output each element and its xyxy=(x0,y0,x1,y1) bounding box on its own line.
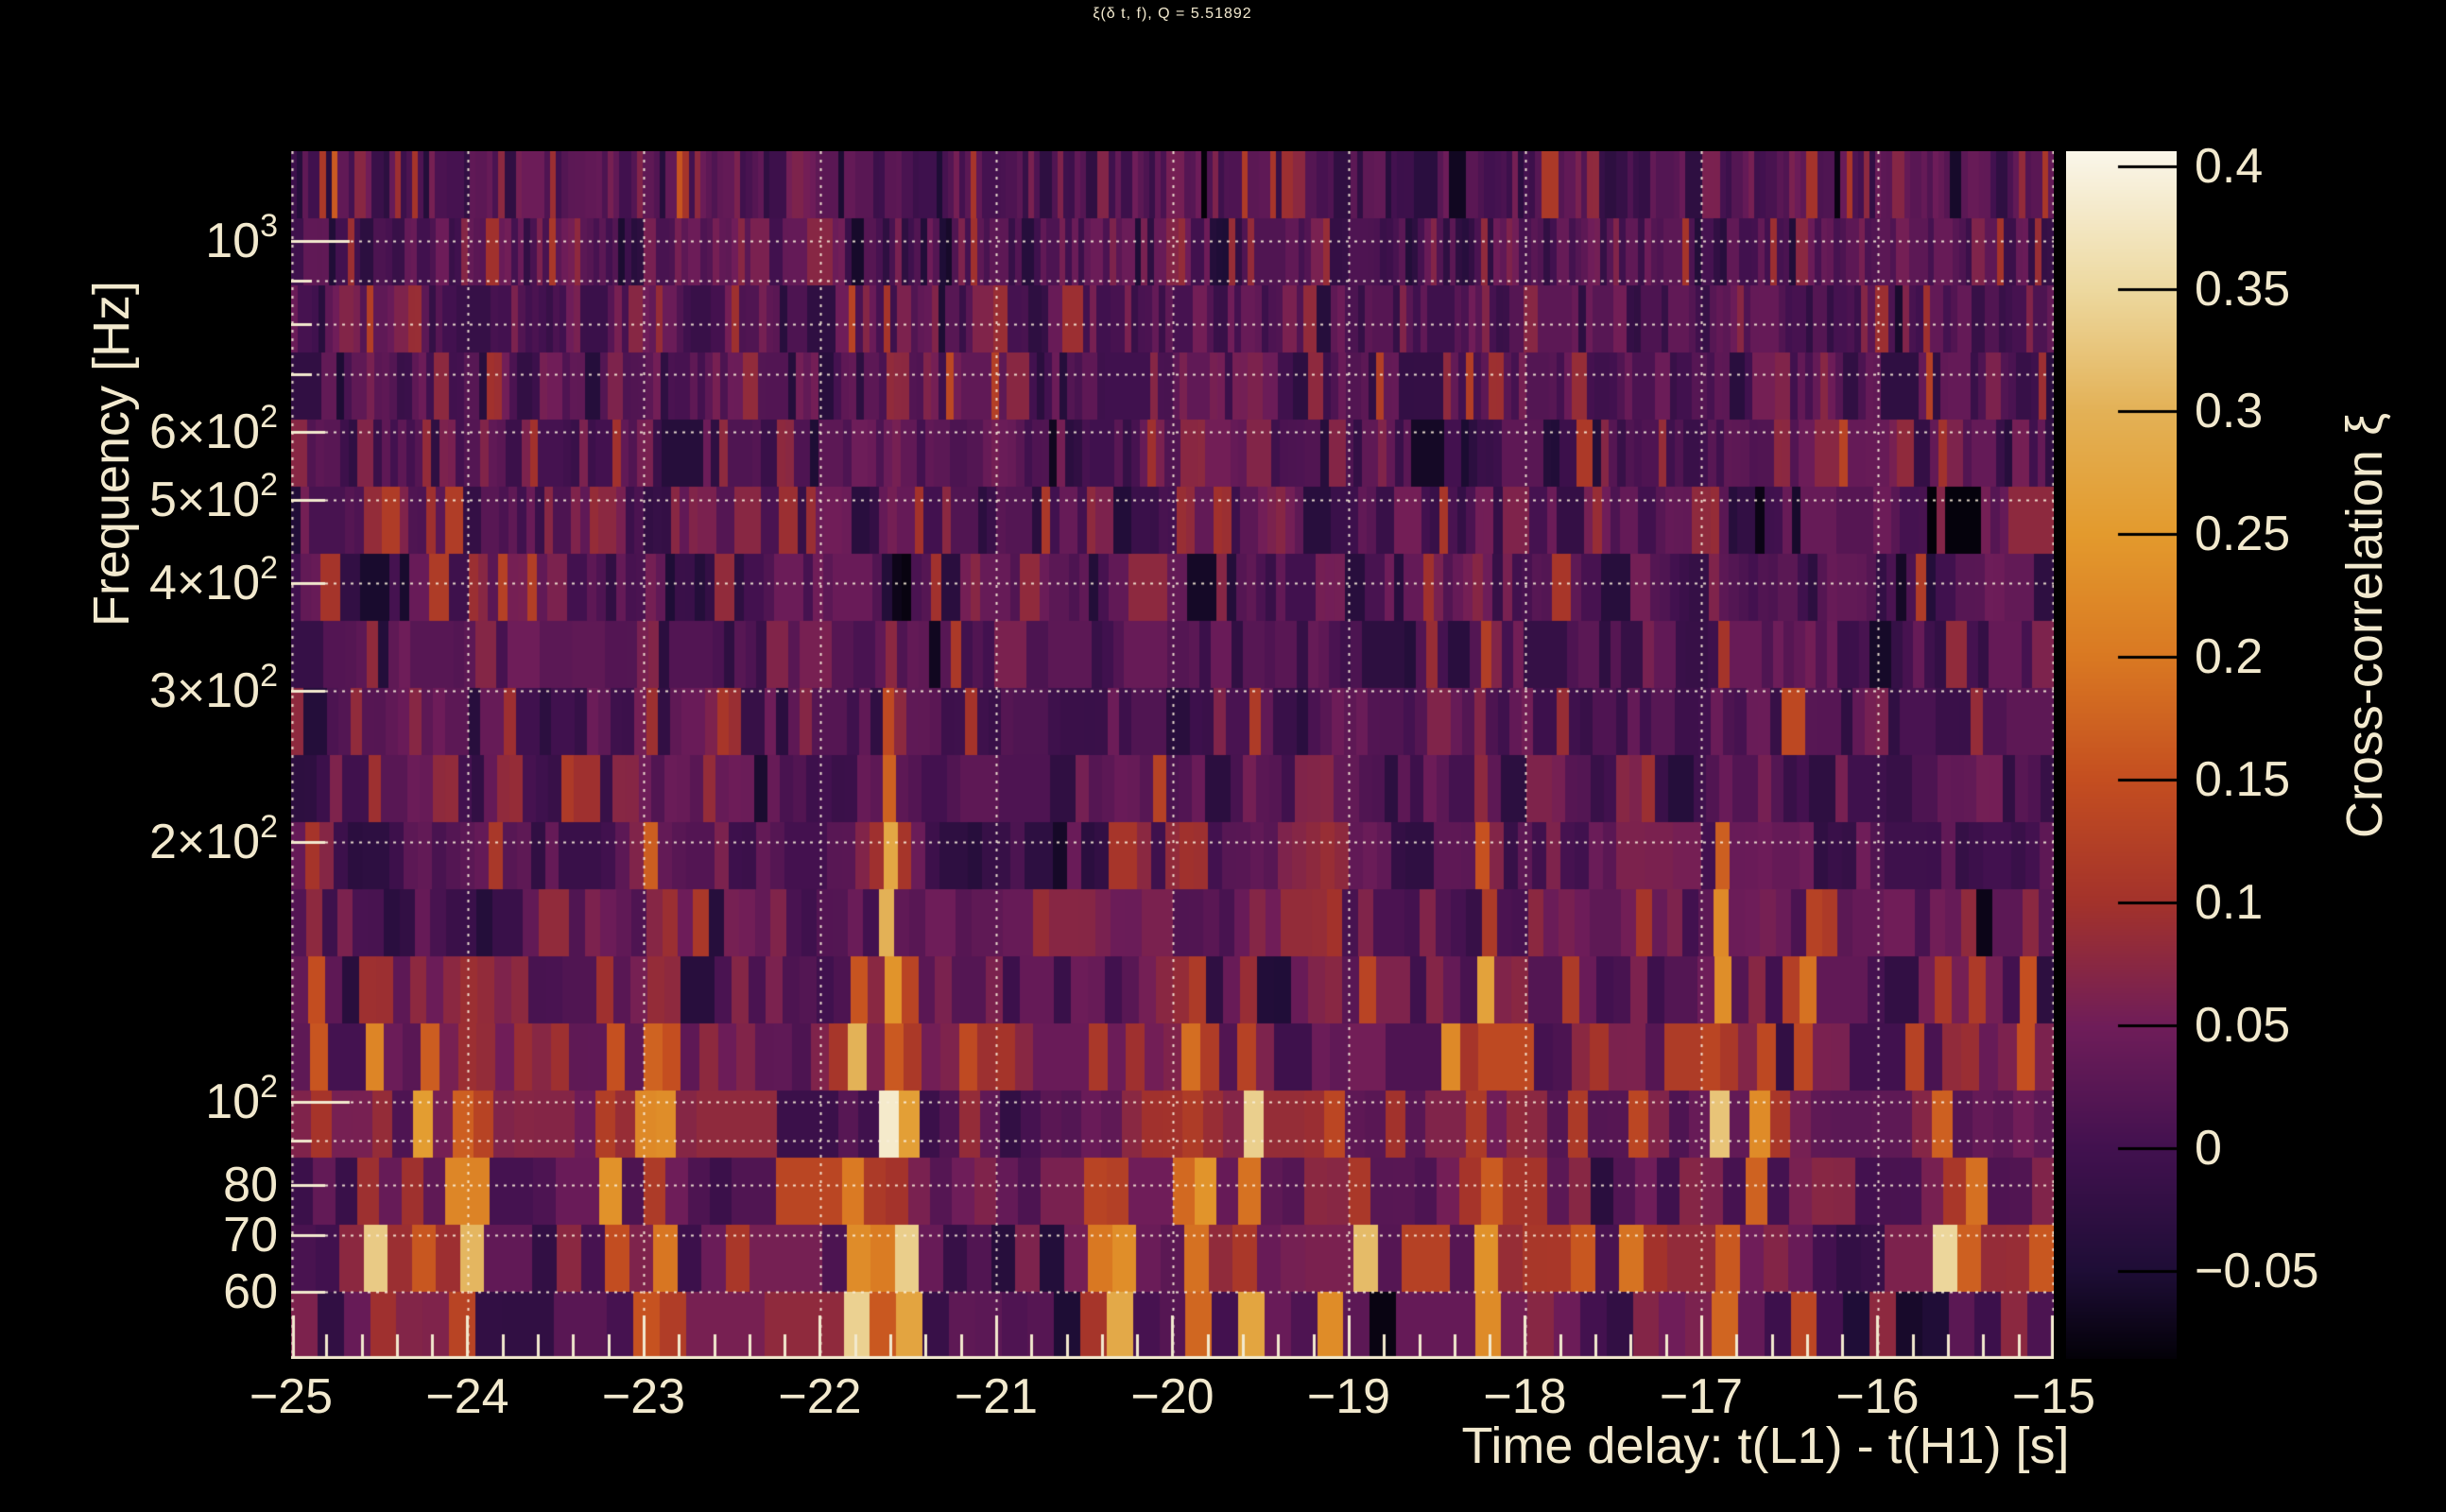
y-tick-label: 6×102 xyxy=(148,399,278,460)
chart-title: ξ(δ t, f), Q = 5.51892 xyxy=(1093,6,1252,22)
colorbar-tick-label: 0.4 xyxy=(2195,138,2264,194)
x-tick-label: −20 xyxy=(1130,1369,1214,1424)
heatmap-canvas xyxy=(291,151,2054,1359)
x-tick-label: −25 xyxy=(249,1369,334,1424)
colorbar-tick-label: 0.2 xyxy=(2195,629,2264,685)
y-tick-label: 103 xyxy=(205,208,278,269)
y-tick-label: 3×102 xyxy=(148,658,278,719)
colorbar-tick-label: 0.3 xyxy=(2195,384,2264,439)
x-tick-label: −19 xyxy=(1306,1369,1391,1424)
colorbar-tick-label: 0.05 xyxy=(2195,998,2291,1054)
colorbar-tick-label: −0.05 xyxy=(2195,1243,2319,1298)
y-tick-label: 2×102 xyxy=(148,809,278,870)
y-tick-label: 60 xyxy=(223,1264,278,1320)
x-tick-label: −22 xyxy=(778,1369,862,1424)
y-tick-label: 70 xyxy=(223,1207,278,1263)
colorbar-title: Cross-correlation ξ xyxy=(2336,412,2393,839)
colorbar-tick-label: 0.1 xyxy=(2195,875,2264,931)
x-tick-label: −16 xyxy=(1835,1369,1920,1424)
x-tick-label: −23 xyxy=(601,1369,686,1424)
x-tick-label: −24 xyxy=(425,1369,509,1424)
y-tick-label: 80 xyxy=(223,1157,278,1212)
y-axis-title: Frequency [Hz] xyxy=(83,280,140,627)
x-axis-title: Time delay: t(L1) - t(H1) [s] xyxy=(1461,1418,2070,1474)
y-tick-label: 102 xyxy=(205,1068,278,1129)
colorbar-tick-label: 0.25 xyxy=(2195,507,2291,562)
colorbar-tick-label: 0.35 xyxy=(2195,261,2291,317)
x-tick-label: −21 xyxy=(954,1369,1039,1424)
y-tick-label: 4×102 xyxy=(148,550,278,611)
x-tick-label: −17 xyxy=(1659,1369,1744,1424)
figure: ξ(δ t, f), Q = 5.51892 Frequency [Hz] 10… xyxy=(0,0,2446,1512)
colorbar-canvas xyxy=(2066,151,2177,1359)
colorbar-tick-label: 0 xyxy=(2195,1121,2222,1177)
y-tick-label: 5×102 xyxy=(148,467,278,528)
x-tick-label: −18 xyxy=(1483,1369,1567,1424)
x-tick-label: −15 xyxy=(2011,1369,2096,1424)
colorbar-tick-label: 0.15 xyxy=(2195,752,2291,808)
